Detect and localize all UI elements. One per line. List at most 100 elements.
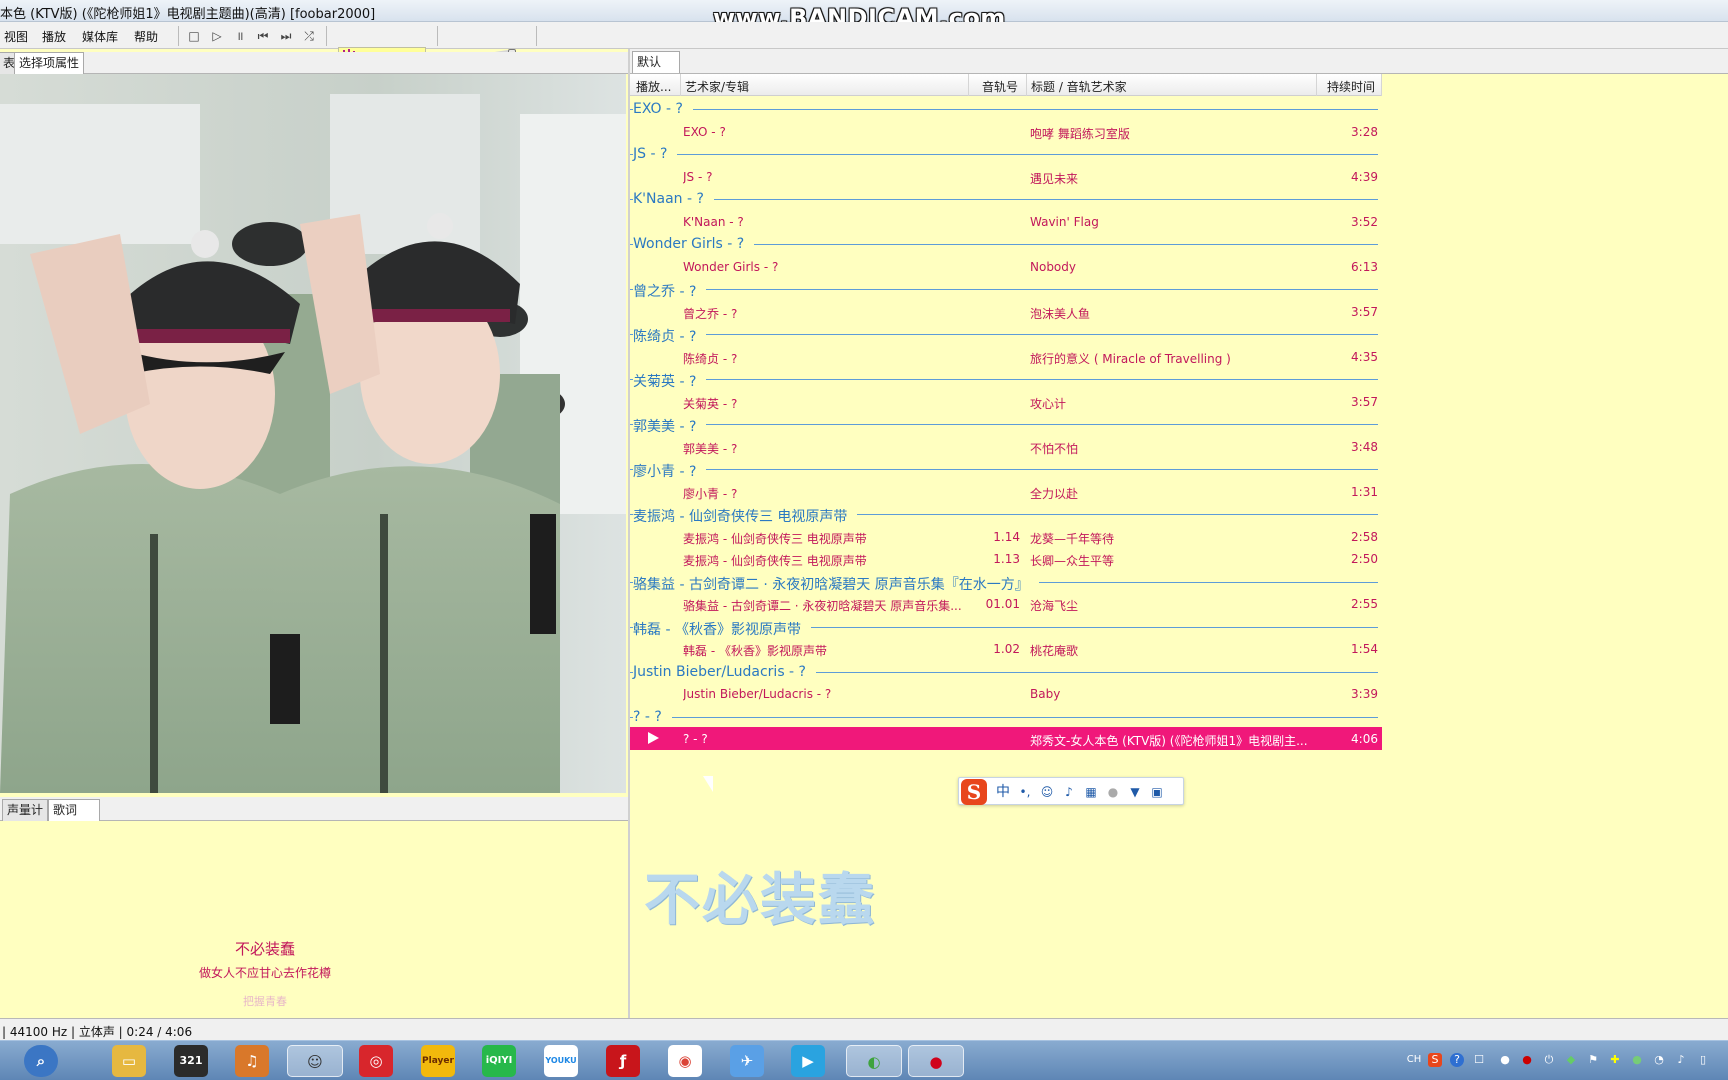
microphone-icon[interactable]: ♪ bbox=[1060, 783, 1078, 801]
foobar2000-alien-icon[interactable]: ☺ bbox=[287, 1045, 343, 1077]
track-row[interactable]: 麦振鸿 - 仙剑奇侠传三 电视原声带 1.14 龙葵—千年等待 2:58 bbox=[630, 525, 1382, 548]
track-title: 全力以赴 bbox=[1030, 486, 1079, 501]
feige-icon[interactable]: ✈ bbox=[730, 1045, 764, 1077]
sogou-logo-icon[interactable]: S bbox=[961, 779, 987, 805]
tab-lyrics[interactable]: 歌词 bbox=[48, 799, 100, 821]
track-row[interactable]: 郭美美 - ? 不怕不怕 3:48 bbox=[630, 435, 1382, 458]
track-artist-album: 麦振鸿 - 仙剑奇侠传三 电视原声带 bbox=[683, 531, 867, 546]
column-artist-album[interactable]: 艺术家/专辑 bbox=[685, 78, 749, 95]
menu-view[interactable]: 视图 bbox=[4, 28, 28, 45]
menu-help[interactable]: 帮助 bbox=[134, 28, 158, 45]
track-duration: 2:55 bbox=[1351, 597, 1378, 611]
track-row[interactable]: Justin Bieber/Ludacris - ? Baby 3:39 bbox=[630, 682, 1382, 705]
netease-music-icon[interactable]: ◎ bbox=[359, 1045, 393, 1077]
show-desktop-icon[interactable]: ▯ bbox=[1696, 1053, 1710, 1067]
desktop-lyric-overlay: 不必装蠢 bbox=[644, 868, 876, 933]
playlist-group-header[interactable]: K'Naan - ? bbox=[630, 187, 1382, 210]
ime-toolbar[interactable]: S 中 •, ☺ ♪ ▦ ● ▼ ▣ bbox=[958, 777, 1184, 805]
track-row[interactable]: 韩磊 - 《秋香》影视原声带 1.02 桃花庵歌 1:54 bbox=[630, 637, 1382, 660]
playlist-group-header[interactable]: EXO - ? bbox=[630, 97, 1382, 120]
track-row[interactable]: 关菊英 - ? 攻心计 3:57 bbox=[630, 390, 1382, 413]
playlist-group-header[interactable]: 韩磊 - 《秋香》影视原声带 bbox=[630, 615, 1382, 639]
playlist-group-header[interactable]: 骆集益 - 古剑奇谭二 · 永夜初晗凝碧天 原声音乐集『在水一方』 bbox=[630, 570, 1382, 594]
playlist-group-header[interactable]: 郭美美 - ? bbox=[630, 412, 1382, 436]
speaker-volume-icon[interactable]: ♪ bbox=[1674, 1053, 1688, 1067]
playlist-group-header[interactable]: Justin Bieber/Ludacris - ? bbox=[630, 660, 1382, 683]
language-indicator[interactable]: CH bbox=[1404, 1053, 1424, 1067]
emoji-icon[interactable]: ☺ bbox=[1038, 783, 1056, 801]
track-row[interactable]: Wonder Girls - ? Nobody 6:13 bbox=[630, 255, 1382, 278]
column-playing[interactable]: 播放... bbox=[636, 78, 671, 95]
playlist-group-header[interactable]: 廖小青 - ? bbox=[630, 457, 1382, 481]
playlist-group-header[interactable]: ? - ? bbox=[630, 705, 1382, 728]
tab-selection-properties[interactable]: 选择项属性 bbox=[14, 52, 85, 74]
keyboard-icon[interactable]: ▦ bbox=[1082, 783, 1100, 801]
playlist-group-header[interactable]: 陈绮贞 - ? bbox=[630, 322, 1382, 346]
record-tray-icon[interactable]: ● bbox=[1520, 1053, 1534, 1067]
random-button[interactable]: ⤮ bbox=[301, 28, 317, 44]
toolbox-grid-icon[interactable]: ▣ bbox=[1148, 783, 1166, 801]
skin-shirt-icon[interactable]: ▼ bbox=[1126, 783, 1144, 801]
playlist-group-header[interactable]: JS - ? bbox=[630, 142, 1382, 165]
playlist-view[interactable]: EXO - ? EXO - ? 咆哮 舞蹈练习室版 3:28 JS - ? JS - ? 遇… bbox=[630, 97, 1382, 757]
menu-playback[interactable]: 播放 bbox=[42, 28, 66, 45]
flag-icon[interactable]: ⚑ bbox=[1586, 1053, 1600, 1067]
file-explorer-icon[interactable]: ▭ bbox=[112, 1045, 146, 1077]
track-row[interactable]: EXO - ? 咆哮 舞蹈练习室版 3:28 bbox=[630, 120, 1382, 143]
stop-button[interactable]: □ bbox=[186, 28, 202, 44]
help-icon[interactable]: ? bbox=[1450, 1053, 1464, 1067]
pause-button[interactable]: ॥ bbox=[232, 28, 248, 44]
ime-mode-indicator[interactable]: 中 bbox=[994, 783, 1012, 801]
add-icon[interactable]: ✚ bbox=[1608, 1053, 1622, 1067]
tray-green-icon[interactable]: ● bbox=[1630, 1053, 1644, 1067]
next-button[interactable]: ⏭ bbox=[278, 28, 294, 44]
track-artist-album: 关菊英 - ? bbox=[683, 396, 738, 411]
kugou-player-icon[interactable]: Player bbox=[421, 1045, 455, 1077]
column-track-number[interactable]: 音轨号 bbox=[982, 78, 1018, 95]
track-row[interactable]: 曾之乔 - ? 泡沫美人鱼 3:57 bbox=[630, 300, 1382, 323]
playlist-group-header[interactable]: Wonder Girls - ? bbox=[630, 232, 1382, 255]
track-row[interactable]: 廖小青 - ? 全力以赴 1:31 bbox=[630, 480, 1382, 503]
track-row[interactable]: 麦振鸿 - 仙剑奇侠传三 电视原声带 1.13 长卿—众生平等 2:50 bbox=[630, 547, 1382, 570]
security-shield-icon[interactable]: ◆ bbox=[1564, 1053, 1578, 1067]
track-row[interactable]: 骆集益 - 古剑奇谭二 · 永夜初晗凝碧天 原声音乐集... 01.01 沧海飞尘 2… bbox=[630, 592, 1382, 615]
ime-punctuation-toggle[interactable]: •, bbox=[1016, 783, 1034, 801]
track-row[interactable]: JS - ? 遇见未来 4:39 bbox=[630, 165, 1382, 188]
tray-app-icon[interactable]: ● bbox=[1498, 1053, 1512, 1067]
track-title: Wavin' Flag bbox=[1030, 214, 1099, 229]
sogou-browser-icon[interactable]: ◐ bbox=[846, 1045, 902, 1077]
media-player-icon[interactable]: ▶ bbox=[791, 1045, 825, 1077]
column-title[interactable]: 标题 / 音轨艺术家 bbox=[1031, 78, 1127, 95]
playlist-group-header[interactable]: 麦振鸿 - 仙剑奇侠传三 电视原声带 bbox=[630, 502, 1382, 526]
media-player-classic-icon[interactable]: 321 bbox=[174, 1045, 208, 1077]
playlist-group-header[interactable]: 曾之乔 - ? bbox=[630, 277, 1382, 301]
bandicam-record-icon[interactable]: ● bbox=[908, 1045, 964, 1077]
group-label: 麦振鸿 - 仙剑奇侠传三 电视原声带 bbox=[633, 506, 858, 526]
play-button[interactable]: ▷ bbox=[209, 28, 225, 44]
toolbar-separator bbox=[326, 26, 327, 46]
column-duration[interactable]: 持续时间 bbox=[1327, 78, 1375, 95]
youku-icon[interactable]: YOUKU bbox=[544, 1045, 578, 1077]
track-row[interactable]: 陈绮贞 - ? 旅行的意义 ( Miracle of Travelling ) 4:… bbox=[630, 345, 1382, 368]
chrome-icon[interactable]: ◉ bbox=[668, 1045, 702, 1077]
tab-default-playlist[interactable]: 默认 bbox=[632, 51, 680, 73]
toolbar-separator bbox=[437, 26, 438, 46]
track-duration: 4:35 bbox=[1351, 349, 1378, 364]
tab-volume-meter[interactable]: 声量计 bbox=[2, 799, 49, 821]
track-row[interactable]: K'Naan - ? Wavin' Flag 3:52 bbox=[630, 210, 1382, 233]
menu-library[interactable]: 媒体库 bbox=[82, 28, 118, 45]
tray-app-icon-2[interactable]: ◔ bbox=[1652, 1053, 1666, 1067]
user-icon[interactable]: ● bbox=[1104, 783, 1122, 801]
sogou-tray-icon[interactable]: S bbox=[1428, 1053, 1442, 1067]
group-label: Wonder Girls - ? bbox=[633, 236, 755, 252]
previous-button[interactable]: ⏮ bbox=[255, 28, 271, 44]
power-icon[interactable]: ⏻ bbox=[1542, 1053, 1556, 1067]
iqiyi-icon[interactable]: iQIYI bbox=[482, 1045, 516, 1077]
track-number: 1.13 bbox=[993, 552, 1020, 566]
headphones-icon[interactable]: ♫ bbox=[235, 1045, 269, 1077]
search-icon[interactable]: ⌕ bbox=[24, 1045, 58, 1077]
network-icon[interactable]: ☐ bbox=[1472, 1053, 1486, 1067]
now-playing-row[interactable]: ? - ? 郑秀文-女人本色 (KTV版) (《陀枪师姐1》电视剧主... 4:06 bbox=[630, 727, 1382, 750]
playlist-group-header[interactable]: 关菊英 - ? bbox=[630, 367, 1382, 391]
flash-icon[interactable]: ƒ bbox=[606, 1045, 640, 1077]
